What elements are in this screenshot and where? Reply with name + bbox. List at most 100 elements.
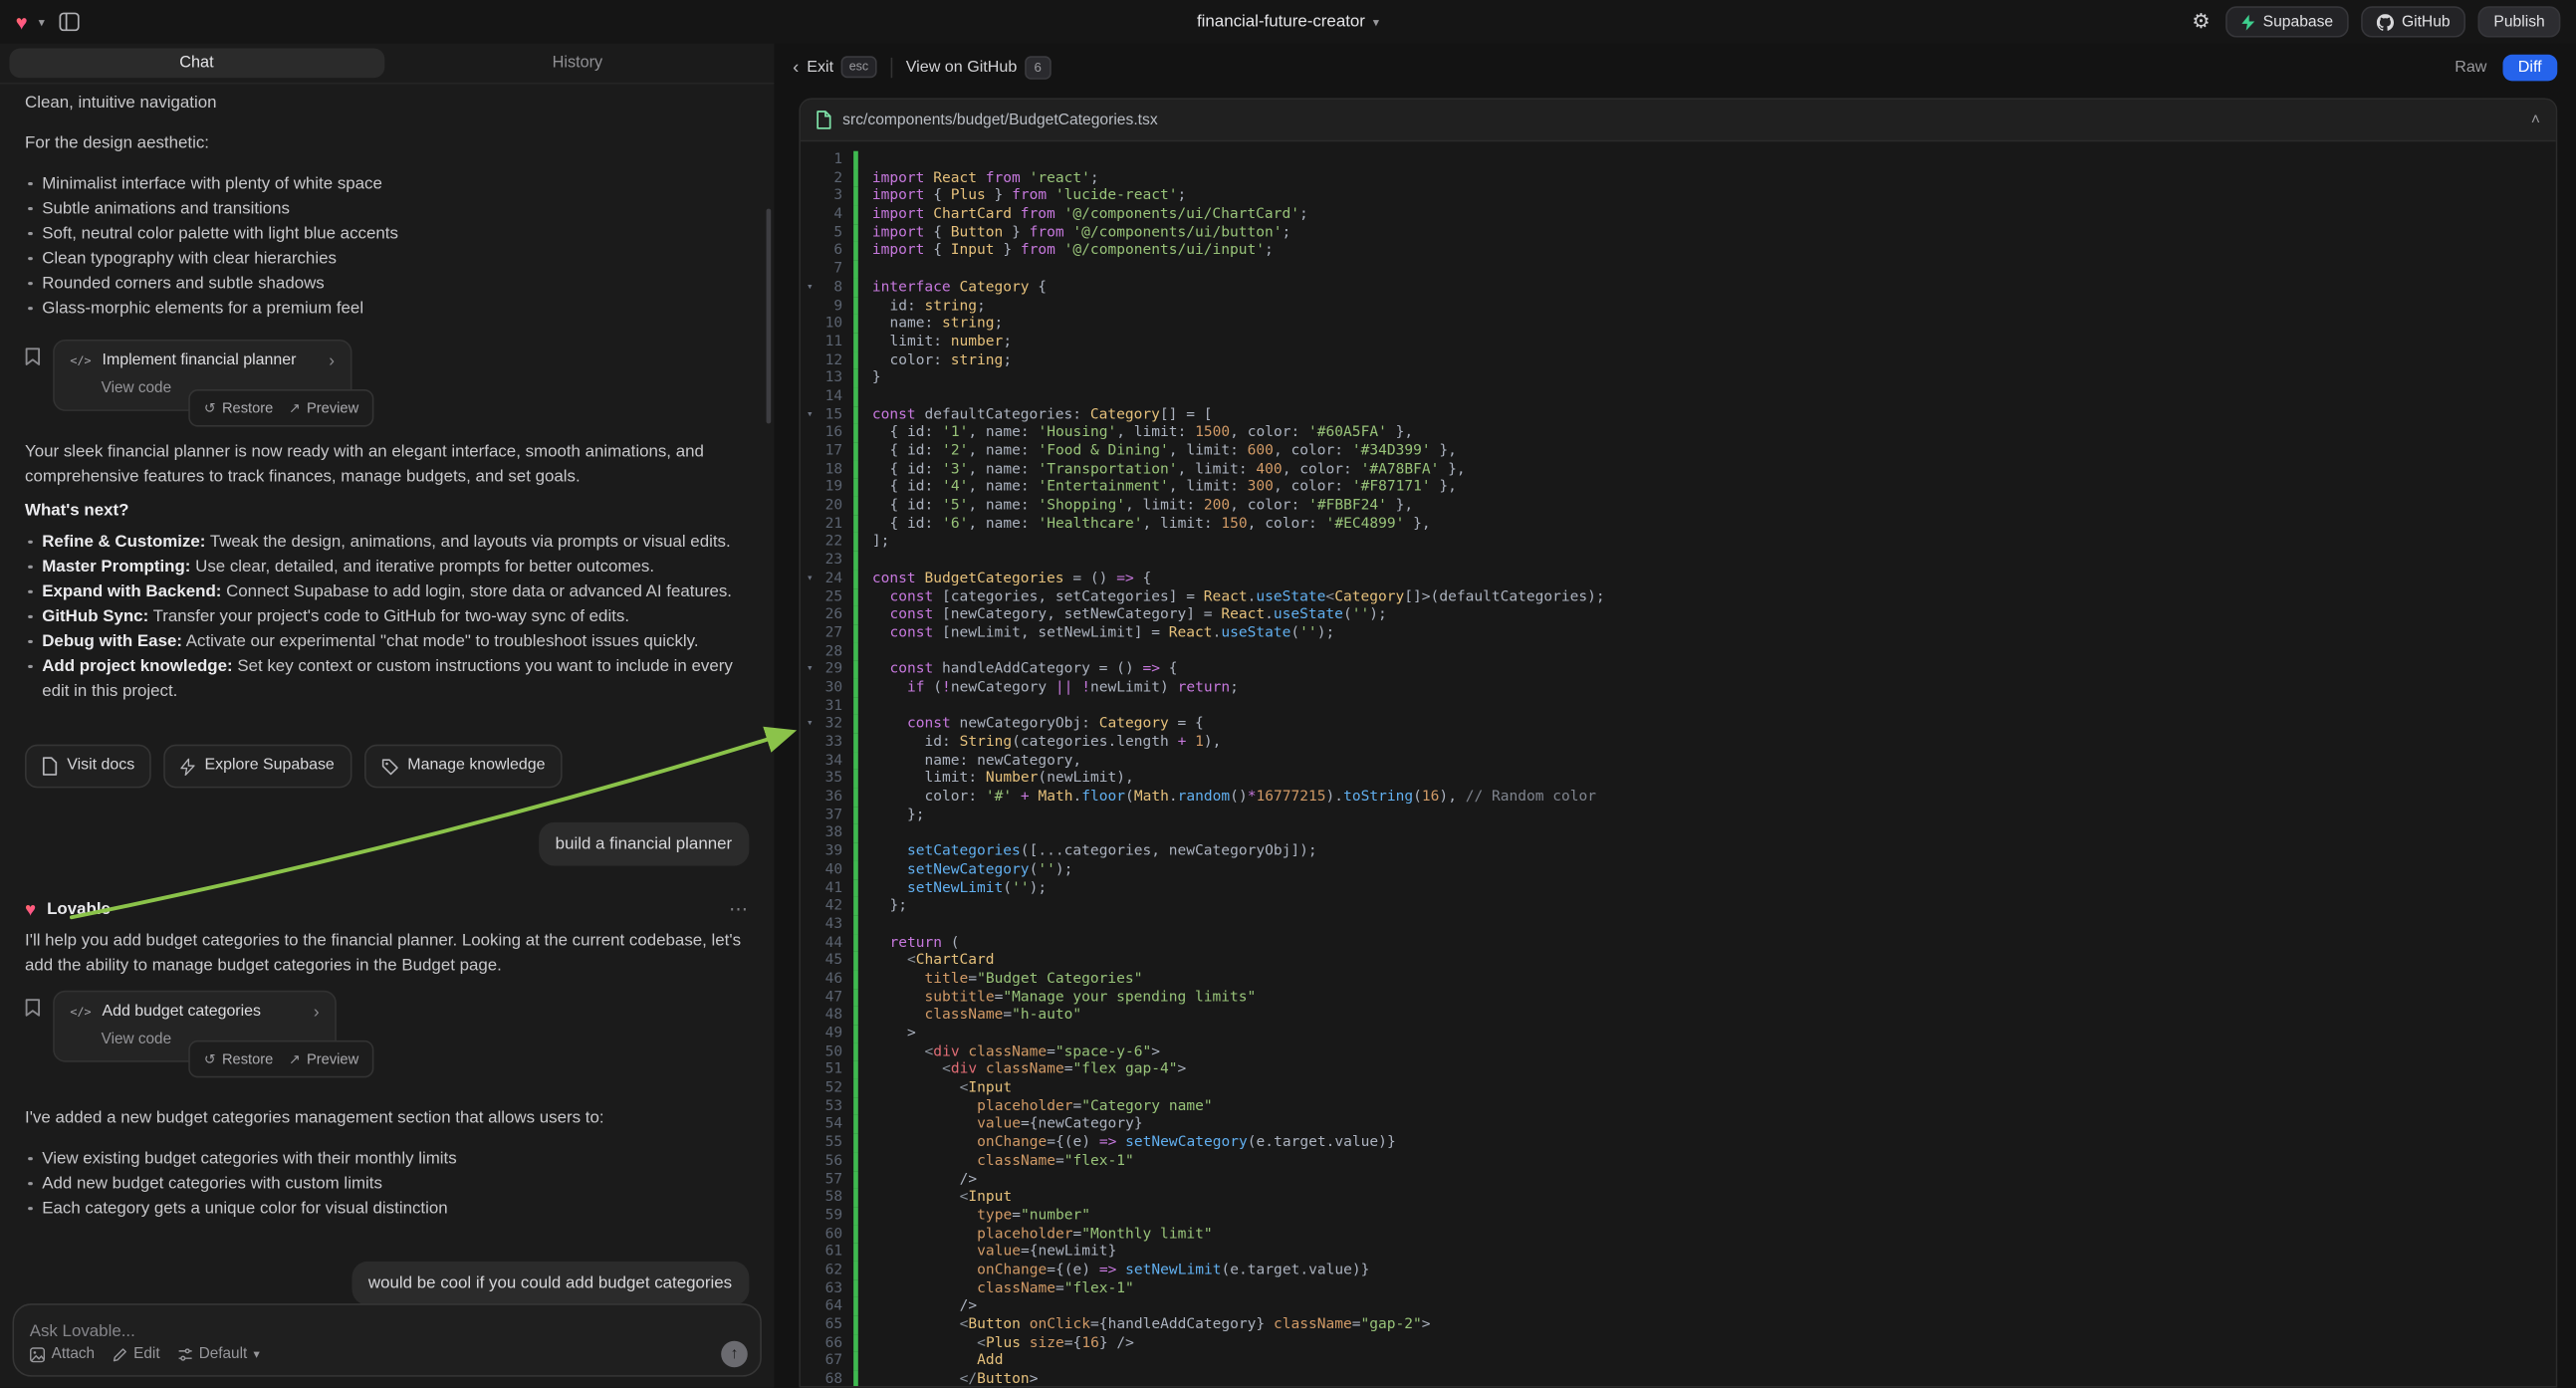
line-number: 1 xyxy=(820,151,853,169)
code-line: 14 xyxy=(801,387,2556,405)
view-on-github-button[interactable]: View on GitHub 6 xyxy=(906,56,1052,79)
attach-button[interactable]: Attach xyxy=(30,1346,95,1363)
more-options-icon[interactable]: ⋯ xyxy=(729,897,749,922)
chat-input[interactable] xyxy=(30,1323,601,1342)
raw-button[interactable]: Raw xyxy=(2455,59,2486,76)
code-text: name: string; xyxy=(853,315,1003,333)
line-number: 27 xyxy=(820,624,853,642)
code-icon: </> xyxy=(70,1002,91,1024)
fold-gutter xyxy=(801,497,820,515)
code-line: 18 { id: '3', name: 'Transportation', li… xyxy=(801,460,2556,478)
fold-chevron-icon[interactable]: ▾ xyxy=(801,406,820,424)
project-title: financial-future-creator xyxy=(1197,13,1365,32)
edit-card-implement-financial-planner[interactable]: </> Implement financial planner › View c… xyxy=(53,340,351,411)
tab-history[interactable]: History xyxy=(390,48,765,78)
line-number: 68 xyxy=(820,1371,853,1387)
toggle-sidebar-button[interactable] xyxy=(56,9,83,34)
fold-gutter xyxy=(801,334,820,351)
bookmark-icon[interactable] xyxy=(25,999,41,1018)
attach-image-icon xyxy=(30,1347,46,1363)
github-button[interactable]: GitHub xyxy=(2361,6,2465,37)
code-line: 33 id: String(categories.length + 1), xyxy=(801,734,2556,752)
line-number: 38 xyxy=(820,824,853,842)
tab-chat[interactable]: Chat xyxy=(9,48,383,78)
code-text: color: '#' + Math.floor(Math.random()*16… xyxy=(853,789,1596,807)
line-number: 58 xyxy=(820,1189,853,1207)
user-message-row: would be cool if you could add budget ca… xyxy=(25,1262,749,1305)
code-line: 68 </Button> xyxy=(801,1371,2556,1387)
supabase-button[interactable]: Supabase xyxy=(2225,6,2349,37)
fold-gutter xyxy=(801,734,820,752)
code-line: 41 setNewLimit(''); xyxy=(801,879,2556,897)
line-number: 43 xyxy=(820,915,853,933)
preview-button[interactable]: ↗Preview xyxy=(289,1046,358,1071)
code-panel-header: ‹ Exit esc View on GitHub 6 Raw Diff xyxy=(774,48,2576,86)
restore-button[interactable]: ↺Restore xyxy=(204,395,273,420)
line-number: 46 xyxy=(820,970,853,988)
code-text: }; xyxy=(853,807,924,824)
code-editor: 12import React from 'react';3import { Pl… xyxy=(801,141,2556,1386)
settings-gear-icon[interactable]: ⚙ xyxy=(2189,6,2213,37)
code-text: }; xyxy=(853,897,907,915)
code-text: import { Input } from '@/components/ui/i… xyxy=(853,242,1274,260)
fold-chevron-icon[interactable]: ▾ xyxy=(801,715,820,733)
explore-supabase-button[interactable]: Explore Supabase xyxy=(164,745,351,789)
fold-gutter xyxy=(801,752,820,770)
diff-button[interactable]: Diff xyxy=(2502,54,2557,81)
fold-gutter xyxy=(801,1116,820,1134)
code-text xyxy=(853,824,872,842)
fold-gutter xyxy=(801,1352,820,1370)
code-line: 64 /> xyxy=(801,1297,2556,1315)
bookmark-icon[interactable] xyxy=(25,347,41,366)
fold-chevron-icon[interactable]: ▾ xyxy=(801,570,820,587)
chat-tab-bar: Chat History xyxy=(0,44,774,85)
fold-chevron-icon[interactable]: ▾ xyxy=(801,279,820,297)
project-menu[interactable]: financial-future-creator ▾ xyxy=(1197,13,1379,32)
model-selector[interactable]: Default ▾ xyxy=(177,1346,260,1363)
code-text: </Button> xyxy=(853,1371,1038,1387)
line-number: 49 xyxy=(820,1025,853,1042)
line-number: 65 xyxy=(820,1316,853,1334)
view-on-github-label: View on GitHub xyxy=(906,59,1018,76)
code-line: 49 > xyxy=(801,1025,2556,1042)
edit-label: Edit xyxy=(133,1346,159,1363)
chat-scrollbar[interactable] xyxy=(767,209,772,424)
list-item: Master Prompting: Use clear, detailed, a… xyxy=(25,555,749,579)
edit-card-add-budget-categories[interactable]: </> Add budget categories › View code ↺R… xyxy=(53,991,337,1062)
code-line: 11 limit: number; xyxy=(801,334,2556,351)
code-text: placeholder="Monthly limit" xyxy=(853,1225,1212,1243)
visit-docs-button[interactable]: Visit docs xyxy=(25,745,151,789)
code-line: 25 const [categories, setCategories] = R… xyxy=(801,587,2556,605)
manage-knowledge-button[interactable]: Manage knowledge xyxy=(364,745,563,789)
code-line: 40 setNewCategory(''); xyxy=(801,861,2556,879)
code-line: 35 limit: Number(newLimit), xyxy=(801,770,2556,788)
edit-mode-button[interactable]: Edit xyxy=(112,1346,159,1363)
publish-button[interactable]: Publish xyxy=(2478,6,2561,37)
workspace-menu-chevron-icon[interactable]: ▾ xyxy=(39,15,45,29)
model-label: Default xyxy=(199,1346,248,1363)
list-item: Debug with Ease: Activate our experiment… xyxy=(25,629,749,654)
restore-button[interactable]: ↺Restore xyxy=(204,1046,273,1071)
line-number: 14 xyxy=(820,387,853,405)
exit-button[interactable]: ‹ Exit esc xyxy=(793,56,876,78)
esc-key-badge: esc xyxy=(841,56,876,78)
line-number: 30 xyxy=(820,679,853,697)
line-number: 66 xyxy=(820,1334,853,1352)
preview-button[interactable]: ↗Preview xyxy=(289,395,358,420)
code-text: { id: '2', name: 'Food & Dining', limit:… xyxy=(853,442,1457,460)
code-text: <Input xyxy=(853,1079,1012,1097)
fold-gutter xyxy=(801,1334,820,1352)
code-text xyxy=(853,387,872,405)
code-line: 39 setCategories([...categories, newCate… xyxy=(801,842,2556,860)
code-text: interface Category { xyxy=(853,279,1047,297)
composer: Attach Edit Default ▾ ↑ xyxy=(13,1304,762,1378)
send-button[interactable]: ↑ xyxy=(721,1341,748,1368)
collapse-chevron-icon[interactable]: ˄ xyxy=(2531,112,2540,128)
fold-chevron-icon[interactable]: ▾ xyxy=(801,661,820,679)
code-line: 67 Add xyxy=(801,1352,2556,1370)
code-line: 34 name: newCategory, xyxy=(801,752,2556,770)
fold-gutter xyxy=(801,1079,820,1097)
list-item: Glass-morphic elements for a premium fee… xyxy=(25,296,749,321)
publish-label: Publish xyxy=(2493,13,2544,30)
explore-supabase-label: Explore Supabase xyxy=(205,754,335,779)
